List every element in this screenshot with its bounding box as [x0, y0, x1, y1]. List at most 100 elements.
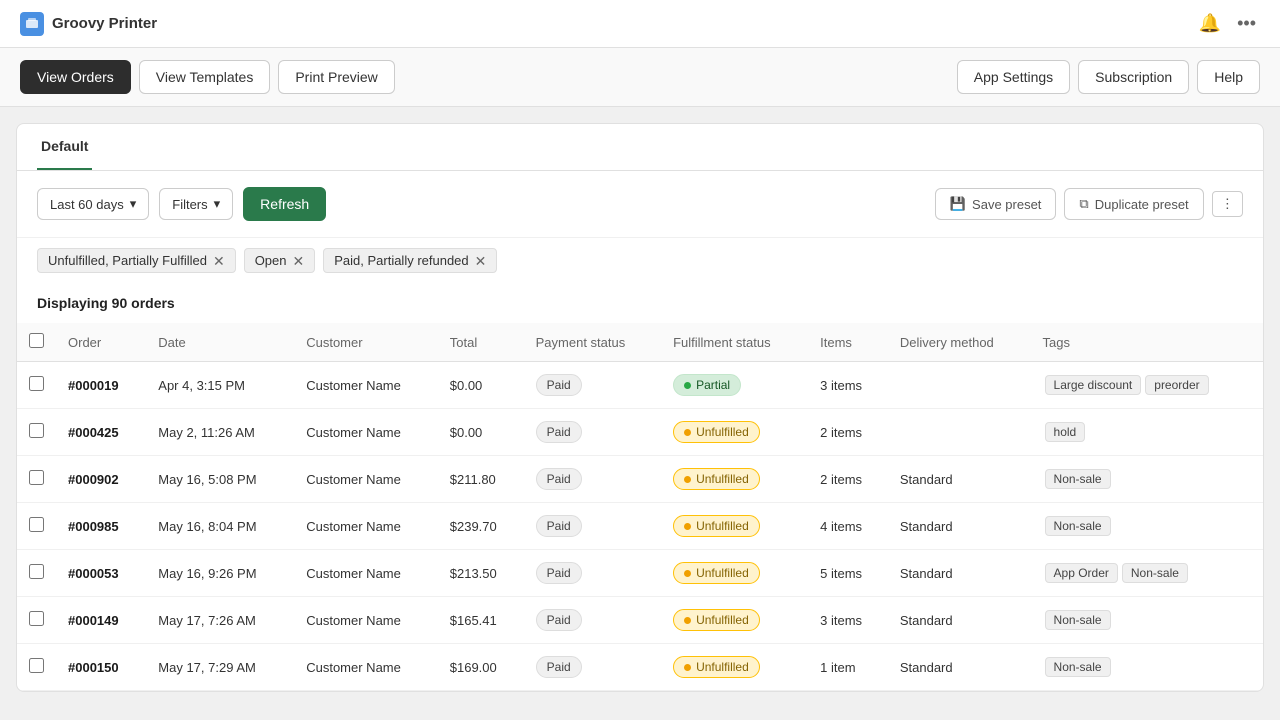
order-items: 2 items: [808, 409, 888, 456]
order-total: $213.50: [438, 550, 524, 597]
duplicate-icon: ⧉: [1079, 196, 1088, 212]
fulfillment-status-cell: Unfulfilled: [661, 597, 808, 644]
order-items: 1 item: [808, 644, 888, 691]
nav-bar: View Orders View Templates Print Preview…: [0, 48, 1280, 107]
partial-dot: [684, 382, 691, 389]
duplicate-preset-label: Duplicate preset: [1095, 197, 1189, 212]
delivery-method: Standard: [888, 597, 1031, 644]
delivery-method: Standard: [888, 644, 1031, 691]
table-row: #000425May 2, 11:26 AMCustomer Name$0.00…: [17, 409, 1263, 456]
col-customer: Customer: [294, 323, 438, 362]
order-number[interactable]: #000149: [56, 597, 146, 644]
payment-status-badge: Paid: [536, 609, 582, 631]
order-items: 5 items: [808, 550, 888, 597]
fulfillment-status-cell: Partial: [661, 362, 808, 409]
payment-status-cell: Paid: [524, 409, 661, 456]
fulfillment-status-cell: Unfulfilled: [661, 409, 808, 456]
duplicate-preset-button[interactable]: ⧉ Duplicate preset: [1064, 188, 1203, 220]
filter-tag-close-paid[interactable]: ✕: [475, 254, 487, 268]
table-header-row: Order Date Customer Total Payment status…: [17, 323, 1263, 362]
app-settings-button[interactable]: App Settings: [957, 60, 1070, 94]
order-customer: Customer Name: [294, 409, 438, 456]
order-total: $0.00: [438, 409, 524, 456]
fulfillment-status-cell: Unfulfilled: [661, 503, 808, 550]
order-tag: Non-sale: [1122, 563, 1188, 583]
notification-icon[interactable]: 🔔: [1195, 9, 1225, 38]
filter-tag-open: Open ✕: [244, 248, 316, 273]
order-tags: Large discountpreorder: [1031, 362, 1263, 409]
date-range-label: Last 60 days: [50, 197, 124, 212]
select-all-header: [17, 323, 56, 362]
row-checkbox-cell: [17, 644, 56, 691]
fulfillment-status-badge: Unfulfilled: [673, 468, 760, 490]
more-options-icon[interactable]: •••: [1233, 9, 1260, 38]
save-preset-label: Save preset: [972, 197, 1041, 212]
row-checkbox[interactable]: [29, 658, 44, 673]
filters-dropdown[interactable]: Filters ▾: [159, 188, 233, 220]
order-date: May 16, 9:26 PM: [146, 550, 294, 597]
order-items: 3 items: [808, 362, 888, 409]
delivery-method: Standard: [888, 550, 1031, 597]
filter-tag-unfulfilled: Unfulfilled, Partially Fulfilled ✕: [37, 248, 236, 273]
refresh-button[interactable]: Refresh: [243, 187, 326, 221]
table-row: #000149May 17, 7:26 AMCustomer Name$165.…: [17, 597, 1263, 644]
row-checkbox[interactable]: [29, 517, 44, 532]
chevron-down-icon: ▾: [130, 196, 137, 212]
app-logo: Groovy Printer: [20, 12, 157, 36]
more-options-button[interactable]: ⋮: [1212, 191, 1243, 217]
row-checkbox[interactable]: [29, 376, 44, 391]
row-checkbox-cell: [17, 597, 56, 644]
top-bar: Groovy Printer 🔔 •••: [0, 0, 1280, 48]
row-checkbox[interactable]: [29, 423, 44, 438]
col-payment-status: Payment status: [524, 323, 661, 362]
nav-right-buttons: App Settings Subscription Help: [957, 60, 1260, 94]
tab-default[interactable]: Default: [37, 124, 92, 170]
order-total: $165.41: [438, 597, 524, 644]
display-count: Displaying 90 orders: [37, 295, 175, 311]
payment-status-cell: Paid: [524, 503, 661, 550]
subscription-button[interactable]: Subscription: [1078, 60, 1189, 94]
order-date: May 17, 7:26 AM: [146, 597, 294, 644]
fulfillment-status-cell: Unfulfilled: [661, 456, 808, 503]
app-name: Groovy Printer: [52, 15, 157, 32]
order-total: $239.70: [438, 503, 524, 550]
order-tag: hold: [1045, 422, 1086, 442]
print-preview-button[interactable]: Print Preview: [278, 60, 394, 94]
order-tag: Non-sale: [1045, 516, 1111, 536]
order-number[interactable]: #000902: [56, 456, 146, 503]
select-all-checkbox[interactable]: [29, 333, 44, 348]
payment-status-badge: Paid: [536, 374, 582, 396]
order-number[interactable]: #000150: [56, 644, 146, 691]
order-number[interactable]: #000019: [56, 362, 146, 409]
filter-tag-close-open[interactable]: ✕: [293, 254, 305, 268]
order-number[interactable]: #000985: [56, 503, 146, 550]
col-order: Order: [56, 323, 146, 362]
help-button[interactable]: Help: [1197, 60, 1260, 94]
table-row: #000902May 16, 5:08 PMCustomer Name$211.…: [17, 456, 1263, 503]
fulfillment-status-badge: Unfulfilled: [673, 656, 760, 678]
view-templates-button[interactable]: View Templates: [139, 60, 271, 94]
col-tags: Tags: [1031, 323, 1263, 362]
date-range-dropdown[interactable]: Last 60 days ▾: [37, 188, 149, 220]
order-tags: Non-sale: [1031, 503, 1263, 550]
order-number[interactable]: #000425: [56, 409, 146, 456]
view-orders-button[interactable]: View Orders: [20, 60, 131, 94]
row-checkbox[interactable]: [29, 564, 44, 579]
filter-tag-close-unfulfilled[interactable]: ✕: [213, 254, 225, 268]
col-items: Items: [808, 323, 888, 362]
row-checkbox-cell: [17, 550, 56, 597]
delivery-method: Standard: [888, 503, 1031, 550]
col-delivery-method: Delivery method: [888, 323, 1031, 362]
filter-tag-label: Open: [255, 253, 287, 268]
order-customer: Customer Name: [294, 362, 438, 409]
order-tags: hold: [1031, 409, 1263, 456]
row-checkbox[interactable]: [29, 611, 44, 626]
active-filters: Unfulfilled, Partially Fulfilled ✕ Open …: [17, 238, 1263, 287]
order-number[interactable]: #000053: [56, 550, 146, 597]
save-preset-button[interactable]: 💾 Save preset: [935, 188, 1057, 220]
order-date: Apr 4, 3:15 PM: [146, 362, 294, 409]
row-checkbox[interactable]: [29, 470, 44, 485]
order-items: 2 items: [808, 456, 888, 503]
order-customer: Customer Name: [294, 456, 438, 503]
orders-table: Order Date Customer Total Payment status…: [17, 323, 1263, 691]
